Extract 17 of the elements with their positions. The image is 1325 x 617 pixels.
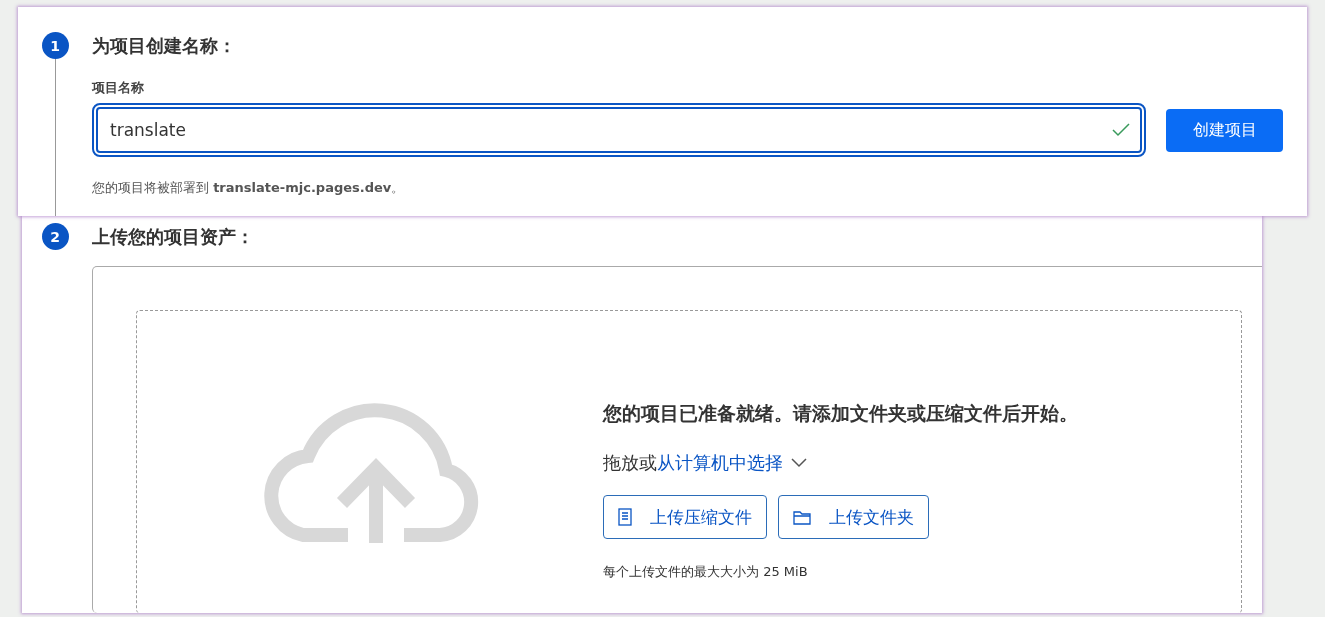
step-title: 为项目创建名称： [92,34,237,58]
upload-archive-button[interactable]: 上传压缩文件 [603,495,767,539]
upload-folder-button[interactable]: 上传文件夹 [778,495,929,539]
folder-icon [793,509,811,525]
ready-heading: 您的项目已准备就绪。请添加文件夹或压缩文件后开始。 [603,401,1078,426]
document-icon [618,508,632,526]
choose-from-computer-link[interactable]: 从计算机中选择 [657,451,783,475]
create-project-button[interactable]: 创建项目 [1166,108,1283,152]
project-name-field[interactable]: translate [92,103,1146,157]
chevron-down-icon[interactable] [791,458,807,468]
step-number: 2 [41,223,69,250]
deploy-hint: 您的项目将被部署到 translate-mjc.pages.dev。 [92,179,406,197]
field-label: 项目名称 [92,79,145,97]
step-number: 1 [41,32,69,59]
step-title: 上传您的项目资产： [92,225,255,249]
drag-drop-text: 拖放或 [603,451,657,475]
size-limit-note: 每个上传文件的最大大小为 25 MiB [603,563,809,581]
